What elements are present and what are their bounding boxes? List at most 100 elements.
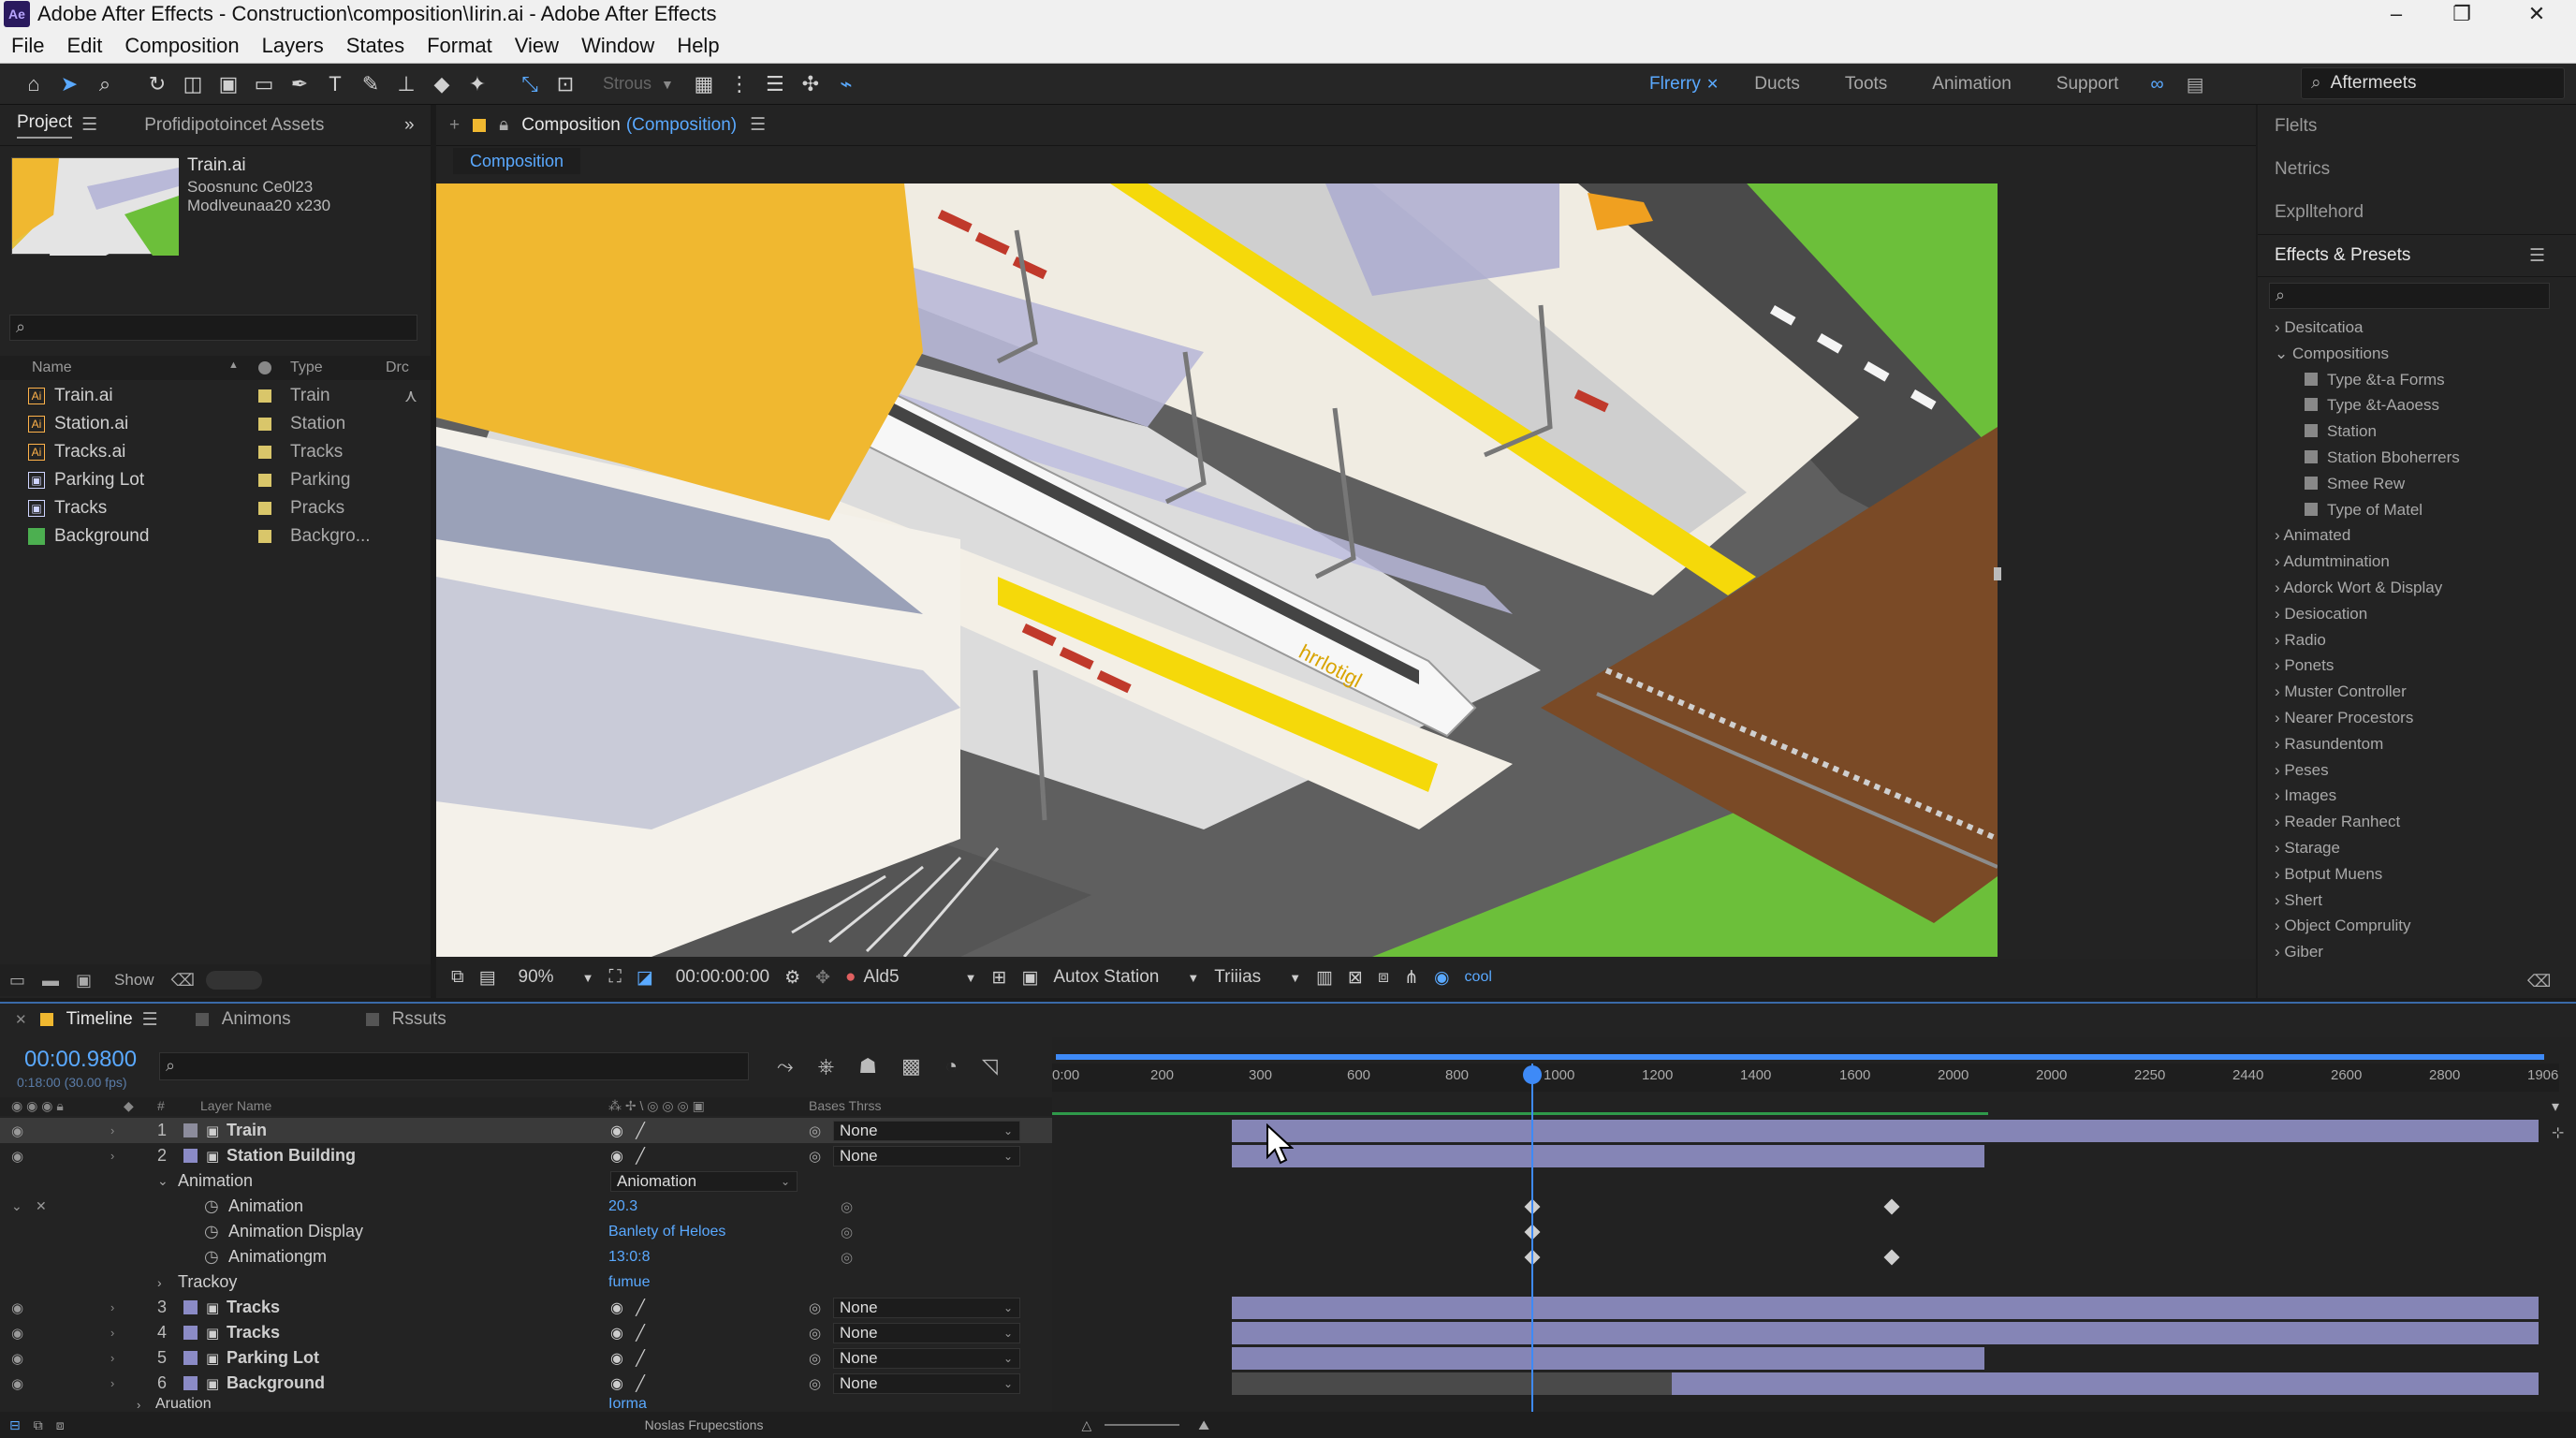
layer-label-swatch[interactable] bbox=[183, 1351, 198, 1365]
graph-tool-icon[interactable]: ⌁ bbox=[829, 67, 863, 101]
expand-chevron-icon[interactable]: › bbox=[110, 1351, 114, 1365]
effects-search-input[interactable]: ⌕ bbox=[2269, 283, 2550, 309]
distribute-icon[interactable]: ⋮ bbox=[723, 67, 756, 101]
effects-tree-category[interactable]: › Adumtmination bbox=[2275, 552, 2390, 571]
effects-tree-category[interactable]: ⌄ Compositions bbox=[2275, 345, 2389, 363]
project-item[interactable]: Background Backgro... bbox=[0, 522, 431, 550]
chevron-down-icon[interactable]: ⌄ bbox=[781, 1175, 790, 1188]
effects-tree-item[interactable]: Type &t-Aaoess bbox=[2305, 396, 2439, 415]
table-row[interactable]: ◉ › 4 ▣ Tracks ◉ ╱ ◎ None ⌄ bbox=[0, 1320, 1052, 1345]
pickwhip-icon[interactable]: ◎ bbox=[809, 1148, 821, 1165]
toggle-switches-label[interactable]: Noslas Frupecstions bbox=[645, 1417, 764, 1432]
chevron-down-icon[interactable]: ⌄ bbox=[1003, 1301, 1013, 1314]
table-row[interactable]: ◉ › 3 ▣ Tracks ◉ ╱ ◎ None ⌄ bbox=[0, 1295, 1052, 1320]
tab-rssuts[interactable]: Rssuts bbox=[392, 1009, 446, 1030]
table-row[interactable]: ◷ Animationgm 13:0:8 ◎ bbox=[0, 1244, 1052, 1269]
property-value[interactable]: Iorma bbox=[608, 1396, 647, 1413]
composition-tab-label[interactable]: Composition bbox=[521, 115, 621, 136]
panel-layout-icon[interactable]: ▤ bbox=[2187, 73, 2204, 96]
stamp-tool-icon[interactable]: ⊥ bbox=[389, 67, 423, 101]
reset-exposure-icon[interactable]: ⊠ bbox=[1348, 967, 1363, 989]
parent-dropdown[interactable]: None bbox=[833, 1297, 1020, 1318]
viewer-resize-handle[interactable] bbox=[1994, 567, 2001, 580]
draft-3d-icon[interactable]: ⎈ bbox=[818, 1054, 835, 1078]
table-row[interactable]: › Aruation Iorma bbox=[0, 1396, 1052, 1413]
eraser-tool-icon[interactable]: ◆ bbox=[425, 67, 459, 101]
project-search-input[interactable]: ⌕ bbox=[9, 315, 417, 341]
snap-options-icon[interactable]: ⊡ bbox=[549, 67, 582, 101]
layer-name[interactable]: Tracks bbox=[227, 1298, 280, 1317]
menu-view[interactable]: View bbox=[515, 34, 559, 58]
zoom-in-icon[interactable]: ⛰ bbox=[1198, 1417, 1209, 1433]
panel-tab-3[interactable]: Explltehord bbox=[2275, 202, 2364, 223]
minimize-icon[interactable]: – bbox=[2368, 0, 2424, 28]
chevron-down-icon[interactable]: ⌄ bbox=[1003, 1327, 1013, 1340]
property-value[interactable]: 13:0:8 bbox=[608, 1249, 650, 1266]
effects-tree-category[interactable]: › Shert bbox=[2275, 891, 2322, 910]
effects-tree-item[interactable]: Station Bboherrers bbox=[2305, 448, 2460, 467]
3d-renderer-icon[interactable]: ◉ bbox=[1434, 967, 1450, 989]
menu-help[interactable]: Help bbox=[677, 34, 719, 58]
lock-icon[interactable]: 🔒︎ bbox=[499, 115, 508, 136]
layer-switches[interactable]: ◉ ╱ bbox=[610, 1122, 645, 1140]
expand-chevron-icon[interactable]: › bbox=[137, 1398, 140, 1412]
expand-switches-icon[interactable]: ⧉ bbox=[34, 1417, 43, 1433]
layer-label-swatch[interactable] bbox=[183, 1149, 198, 1163]
project-item[interactable]: ▣ Tracks Pracks bbox=[0, 494, 431, 522]
effects-tree-category[interactable]: › Peses bbox=[2275, 761, 2329, 780]
fast-previews-icon[interactable]: ⧈ bbox=[1378, 967, 1389, 988]
tab-timeline[interactable]: Timeline bbox=[66, 1009, 133, 1030]
table-row[interactable]: ◷ Animation Display Banlety of Heloes ◎ bbox=[0, 1219, 1052, 1244]
chevron-down-icon[interactable]: ▼ bbox=[661, 77, 674, 92]
expand-chevron-icon[interactable]: › bbox=[110, 1376, 114, 1390]
layer-name[interactable]: Train bbox=[227, 1121, 267, 1140]
expression-icon[interactable]: ◎ bbox=[841, 1249, 853, 1266]
layer-label-swatch[interactable] bbox=[183, 1376, 198, 1390]
layer-switches[interactable]: ◉ ╱ bbox=[610, 1349, 645, 1368]
panel-tab-1[interactable]: Flelts bbox=[2275, 116, 2317, 137]
menu-window[interactable]: Window bbox=[581, 34, 654, 58]
pickwhip-icon[interactable]: ◎ bbox=[809, 1325, 821, 1342]
expand-chevron-icon[interactable]: ⌄ bbox=[157, 1173, 168, 1189]
av-features-icon[interactable]: ◉ ◉ ◉ 🔒︎ bbox=[11, 1098, 64, 1114]
panel-menu-icon[interactable]: ☰ bbox=[81, 114, 97, 136]
expand-chevron-icon[interactable]: › bbox=[110, 1300, 114, 1314]
active-camera-value[interactable]: Autox Station bbox=[1053, 967, 1159, 988]
chevron-down-icon[interactable]: ▼ bbox=[1187, 971, 1199, 985]
project-item[interactable]: Ai Tracks.ai Tracks bbox=[0, 438, 431, 466]
panel-menu-icon[interactable]: ☰ bbox=[142, 1009, 158, 1031]
stopwatch-icon[interactable]: ◷ bbox=[204, 1247, 219, 1267]
sort-icon[interactable]: ▲ bbox=[228, 360, 239, 371]
label-column-icon[interactable]: ◆ bbox=[124, 1098, 134, 1114]
property-group-name[interactable]: Aruation bbox=[155, 1396, 212, 1413]
table-row[interactable]: ◉ › 6 ▣ Background ◉ ╱ ◎ None ⌄ bbox=[0, 1371, 1052, 1396]
collapse-icon[interactable]: + bbox=[449, 115, 460, 136]
zoom-slider[interactable] bbox=[1105, 1424, 1180, 1426]
effects-tree-category[interactable]: › Nearer Procestors bbox=[2275, 709, 2413, 727]
visibility-eye-icon[interactable]: ◉ bbox=[11, 1350, 23, 1367]
rectangle-tool-icon[interactable]: ▭ bbox=[247, 67, 281, 101]
layer-label-swatch[interactable] bbox=[183, 1326, 198, 1340]
effects-tree-category[interactable]: › Desiocation bbox=[2275, 605, 2367, 624]
panel-menu-icon[interactable]: ☰ bbox=[2529, 245, 2545, 267]
layer-bar-tracks-3[interactable] bbox=[1232, 1297, 2539, 1319]
parent-dropdown[interactable]: None bbox=[833, 1322, 1020, 1343]
layer-name[interactable]: Station Building bbox=[227, 1146, 356, 1166]
effects-tree-category[interactable]: › Muster Controller bbox=[2275, 682, 2407, 701]
trash-icon[interactable]: ⌫ bbox=[171, 971, 195, 990]
zoom-marker-icon[interactable]: ▾ bbox=[2552, 1097, 2559, 1116]
chevron-down-icon[interactable]: ▼ bbox=[965, 971, 977, 985]
render-time-icon[interactable]: ⊟ bbox=[9, 1417, 21, 1433]
layer-name[interactable]: Parking Lot bbox=[227, 1348, 319, 1368]
comp-flowchart-icon[interactable]: ⤳ bbox=[777, 1054, 794, 1078]
pickwhip-icon[interactable]: ◎ bbox=[809, 1375, 821, 1392]
layer-switches[interactable]: ◉ ╱ bbox=[610, 1374, 645, 1393]
anchor-icon[interactable]: ✣ bbox=[794, 67, 827, 101]
layer-bar-train[interactable] bbox=[1232, 1120, 2539, 1142]
menu-layers[interactable]: Layers bbox=[262, 34, 324, 58]
playhead[interactable] bbox=[1531, 1064, 1533, 1419]
selection-tool-icon[interactable]: ➤ bbox=[52, 67, 86, 101]
column-name[interactable]: Name bbox=[32, 360, 72, 376]
time-ruler[interactable]: 0:00 200 300 600 800 1000 1200 1400 1600 2000 2000… bbox=[1052, 1064, 2559, 1092]
table-row[interactable]: ◉ › 5 ▣ Parking Lot ◉ ╱ ◎ None ⌄ bbox=[0, 1345, 1052, 1371]
